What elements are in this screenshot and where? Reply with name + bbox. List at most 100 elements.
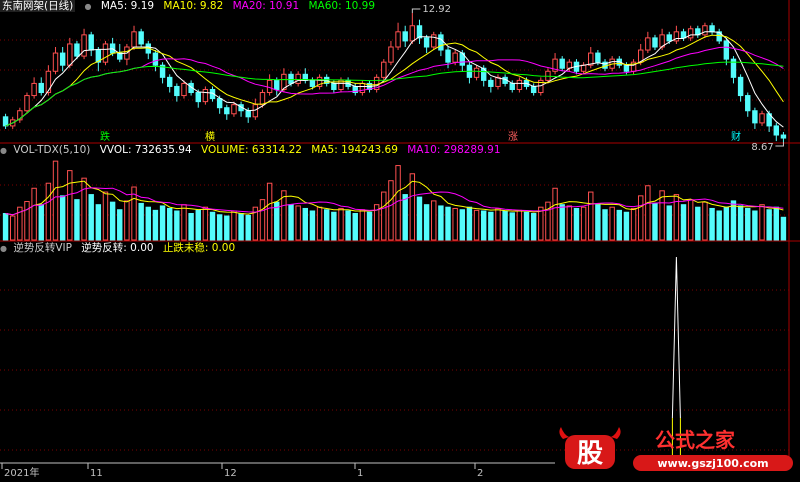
candle: [395, 31, 401, 48]
volume-bar: [759, 204, 765, 241]
candle: [181, 82, 187, 97]
volume-label: VOLUME: 63314.22: [201, 144, 302, 156]
candle: [309, 79, 316, 87]
volume-bar: [359, 209, 366, 241]
volume-bar: [159, 205, 166, 241]
volume-bar: [24, 201, 30, 241]
candle: [381, 61, 387, 78]
volume-bar: [309, 210, 316, 241]
candle: [723, 40, 730, 60]
volume-bar: [331, 211, 337, 241]
candle: [509, 82, 515, 90]
candle: [166, 76, 173, 87]
volume-bar: [730, 200, 737, 241]
candle: [202, 88, 209, 103]
volume-bar: [402, 194, 408, 241]
volume-panel-header: ● VOL-TDX(5,10) VVOL: 732635.94 VOLUME: …: [0, 144, 507, 157]
volume-bar: [352, 213, 358, 241]
volume-bar: [31, 187, 37, 241]
volume-bar: [74, 199, 80, 241]
watermark-logo: 股 公式之家 www.gszj100.com: [559, 427, 793, 471]
volume-bar: [259, 199, 266, 241]
indicator-name[interactable]: 逆势反转VIP: [13, 242, 72, 254]
candle: [31, 82, 37, 97]
volume-bar: [509, 212, 515, 241]
candle: [680, 31, 687, 39]
volume-bar: [195, 209, 201, 241]
volume-bar: [637, 195, 644, 241]
candle: [52, 52, 59, 72]
candle: [131, 31, 137, 48]
candle: [2, 116, 9, 127]
candle: [438, 34, 444, 51]
candle: [216, 98, 223, 109]
candle: [745, 95, 751, 112]
volume-bar: [416, 196, 423, 241]
brand-url[interactable]: www.gszj100.com: [657, 457, 768, 470]
volume-bar: [502, 210, 508, 241]
signal-marker: 财: [731, 130, 741, 143]
volume-bar: [124, 200, 130, 241]
ma5-label: MA5: 9.19: [100, 0, 155, 12]
volume-bar: [530, 213, 537, 241]
stop-fall-label: 止跌未稳: 0.00: [162, 242, 236, 254]
ma60-line: [5, 61, 784, 127]
volume-bar: [695, 206, 701, 241]
candle: [652, 37, 658, 48]
candle: [559, 58, 565, 69]
candle: [274, 79, 280, 90]
volume-bar: [609, 206, 615, 241]
volume-bar: [709, 207, 715, 241]
dropdown-icon[interactable]: ●: [85, 2, 92, 11]
volume-bar: [345, 210, 351, 241]
candle: [88, 34, 94, 51]
volume-bar: [687, 199, 694, 241]
candle: [195, 92, 201, 103]
volume-bar: [202, 206, 209, 241]
volume-bar: [338, 207, 344, 241]
volume-bar: [302, 207, 309, 241]
volume-bar: [138, 202, 144, 241]
time-axis-label: 2021年: [4, 466, 39, 479]
volume-bar: [645, 185, 651, 241]
volume-bar: [102, 191, 109, 241]
candle: [773, 125, 780, 136]
volume-bar: [174, 210, 180, 241]
volume-bar: [716, 210, 722, 241]
volume-bar: [266, 182, 273, 241]
candle: [645, 37, 651, 51]
volume-bar: [88, 194, 94, 241]
volume-bar: [166, 207, 173, 241]
volume-bar: [602, 209, 608, 241]
volume-bar: [45, 182, 52, 241]
candle: [266, 79, 273, 94]
volume-bar: [381, 191, 387, 241]
volume-bar: [452, 207, 458, 241]
time-axis-label: 11: [90, 468, 103, 479]
volume-bar: [516, 209, 523, 241]
candle: [245, 110, 251, 118]
vol-indicator-name[interactable]: VOL-TDX(5,10): [13, 144, 90, 156]
volume-bar: [445, 206, 451, 241]
ind-dropdown-icon[interactable]: ●: [0, 244, 7, 253]
candle: [416, 25, 423, 39]
volume-bar: [752, 210, 758, 241]
reversal-label: 逆势反转: 0.00: [81, 242, 154, 254]
vol-dropdown-icon[interactable]: ●: [0, 146, 7, 155]
candle: [138, 31, 144, 45]
volume-bar: [9, 215, 16, 241]
time-axis-label: 1: [357, 468, 363, 479]
volume-bar: [59, 195, 66, 241]
signal-marker: 跌: [100, 130, 110, 143]
ma20-label: MA20: 10.91: [232, 0, 300, 12]
low-price-label: 8.67: [751, 142, 773, 153]
candle: [252, 104, 259, 118]
volume-bar: [495, 207, 501, 241]
volume-bar: [523, 211, 530, 241]
main-title[interactable]: 东南网架(日线): [0, 0, 76, 12]
volume-bar: [723, 206, 730, 241]
candle: [174, 85, 180, 97]
volume-bar: [780, 216, 787, 241]
volume-bar: [395, 165, 401, 241]
candle: [388, 46, 394, 63]
